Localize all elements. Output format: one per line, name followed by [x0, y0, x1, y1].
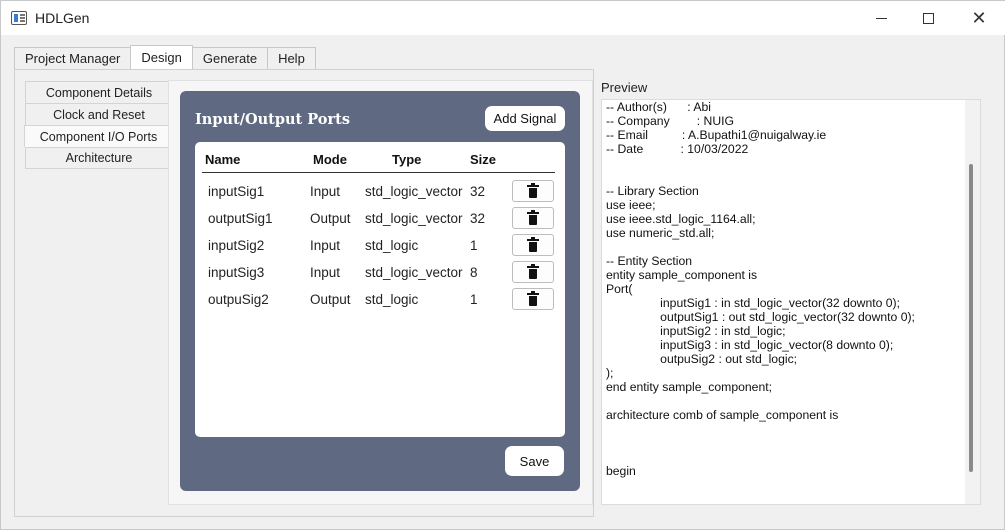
port-size: 32 — [470, 211, 486, 226]
design-subtabs: Component Details Clock and Reset Compon… — [24, 81, 169, 169]
preview-line: outputSig1 : out std_logic_vector(32 dow… — [606, 310, 915, 324]
preview-line: use ieee; — [606, 198, 656, 212]
port-type: std_logic_vector — [365, 211, 463, 226]
close-icon: ✕ — [971, 8, 987, 28]
app-icon — [11, 11, 27, 25]
preview-line: architecture comb of sample_component is — [606, 408, 839, 422]
preview-label: Preview — [601, 80, 648, 95]
delete-port-button[interactable] — [512, 180, 554, 202]
add-signal-button[interactable]: Add Signal — [485, 106, 565, 131]
port-size: 32 — [470, 184, 486, 199]
preview-line: begin — [606, 464, 636, 478]
port-type: std_logic — [365, 238, 419, 253]
delete-port-button[interactable] — [512, 234, 554, 256]
tab-help[interactable]: Help — [267, 47, 316, 69]
port-mode: Input — [310, 184, 341, 199]
table-row: outputSig1 Output std_logic_vector 32 — [195, 206, 565, 233]
port-size: 1 — [470, 292, 478, 307]
header-divider — [202, 172, 555, 173]
port-name: outputSig1 — [208, 211, 273, 226]
maximize-icon — [922, 12, 934, 24]
table-row: inputSig2 Input std_logic 1 — [195, 233, 565, 260]
preview-textbox[interactable]: -- Author(s) : Abi -- Company : NUIG -- Em… — [601, 99, 981, 505]
port-type: std_logic_vector — [365, 265, 463, 280]
preview-line: inputSig2 : in std_logic; — [606, 324, 786, 338]
preview-line — [606, 422, 915, 436]
preview-line: inputSig3 : in std_logic_vector(8 downto… — [606, 338, 894, 352]
preview-line — [606, 436, 915, 450]
port-mode: Output — [310, 211, 351, 226]
port-mode: Input — [310, 265, 341, 280]
preview-line: outpuSig2 : out std_logic; — [606, 352, 798, 366]
column-header-name: Name — [205, 152, 241, 167]
port-name: inputSig3 — [208, 265, 265, 280]
preview-line: -- Library Section — [606, 184, 699, 198]
preview-line — [606, 240, 915, 254]
port-mode: Output — [310, 292, 351, 307]
preview-line: use numeric_std.all; — [606, 226, 715, 240]
preview-line: -- Author(s) : Abi — [606, 100, 711, 114]
preview-line — [606, 450, 915, 464]
panel-title: Input/Output Ports — [195, 111, 350, 128]
preview-line: entity sample_component is — [606, 268, 758, 282]
table-row: outpuSig2 Output std_logic 1 — [195, 287, 565, 314]
trash-icon — [527, 263, 539, 279]
preview-line: Port( — [606, 282, 633, 296]
port-name: inputSig2 — [208, 238, 265, 253]
main-tabs: Project Manager Design Generate Help — [14, 45, 316, 70]
port-type: std_logic — [365, 292, 419, 307]
port-name: inputSig1 — [208, 184, 265, 199]
trash-icon — [527, 236, 539, 252]
port-mode: Input — [310, 238, 341, 253]
table-row: inputSig3 Input std_logic_vector 8 — [195, 260, 565, 287]
subtab-component-details[interactable]: Component Details — [25, 81, 169, 103]
table-row: inputSig1 Input std_logic_vector 32 — [195, 179, 565, 206]
delete-port-button[interactable] — [512, 207, 554, 229]
title-bar: HDLGen ✕ — [1, 1, 1005, 35]
preview-line: -- Date : 10/03/2022 — [606, 142, 749, 156]
delete-port-button[interactable] — [512, 288, 554, 310]
preview-line: -- Company : NUIG — [606, 114, 734, 128]
preview-line: use ieee.std_logic_1164.all; — [606, 212, 756, 226]
minimize-icon — [875, 17, 887, 19]
tab-design[interactable]: Design — [130, 45, 193, 69]
port-name: outpuSig2 — [208, 292, 269, 307]
app-window: HDLGen ✕ Project Manager Design Generate… — [0, 0, 1005, 530]
port-size: 1 — [470, 238, 478, 253]
preview-line — [606, 156, 915, 170]
vhdl-preview-code: -- Author(s) : Abi -- Company : NUIG -- Em… — [606, 100, 915, 478]
preview-line: ); — [606, 366, 614, 380]
preview-line: -- Email : A.Bupathi1@nuigalway.ie — [606, 128, 827, 142]
trash-icon — [527, 182, 539, 198]
window-title: HDLGen — [35, 10, 90, 26]
minimize-button[interactable] — [856, 1, 906, 35]
preview-scroll-thumb[interactable] — [969, 164, 973, 472]
delete-port-button[interactable] — [512, 261, 554, 283]
tab-project-manager[interactable]: Project Manager — [14, 47, 132, 69]
column-header-type: Type — [392, 152, 422, 167]
preview-line: inputSig1 : in std_logic_vector(32 downt… — [606, 296, 901, 310]
close-button[interactable]: ✕ — [954, 1, 1004, 35]
preview-line: end entity sample_component; — [606, 380, 772, 394]
subtab-architecture[interactable]: Architecture — [25, 147, 169, 169]
preview-line: -- Entity Section — [606, 254, 693, 268]
maximize-button[interactable] — [903, 1, 953, 35]
port-type: std_logic_vector — [365, 184, 463, 199]
trash-icon — [527, 209, 539, 225]
port-size: 8 — [470, 265, 478, 280]
trash-icon — [527, 290, 539, 306]
subtab-component-io-ports[interactable]: Component I/O Ports — [24, 125, 169, 147]
subtab-clock-and-reset[interactable]: Clock and Reset — [25, 103, 169, 125]
preview-line — [606, 394, 915, 408]
preview-line — [606, 170, 915, 184]
column-header-size: Size — [470, 152, 497, 167]
tab-generate[interactable]: Generate — [191, 47, 269, 69]
save-button[interactable]: Save — [505, 446, 564, 476]
column-header-mode: Mode — [313, 152, 347, 167]
